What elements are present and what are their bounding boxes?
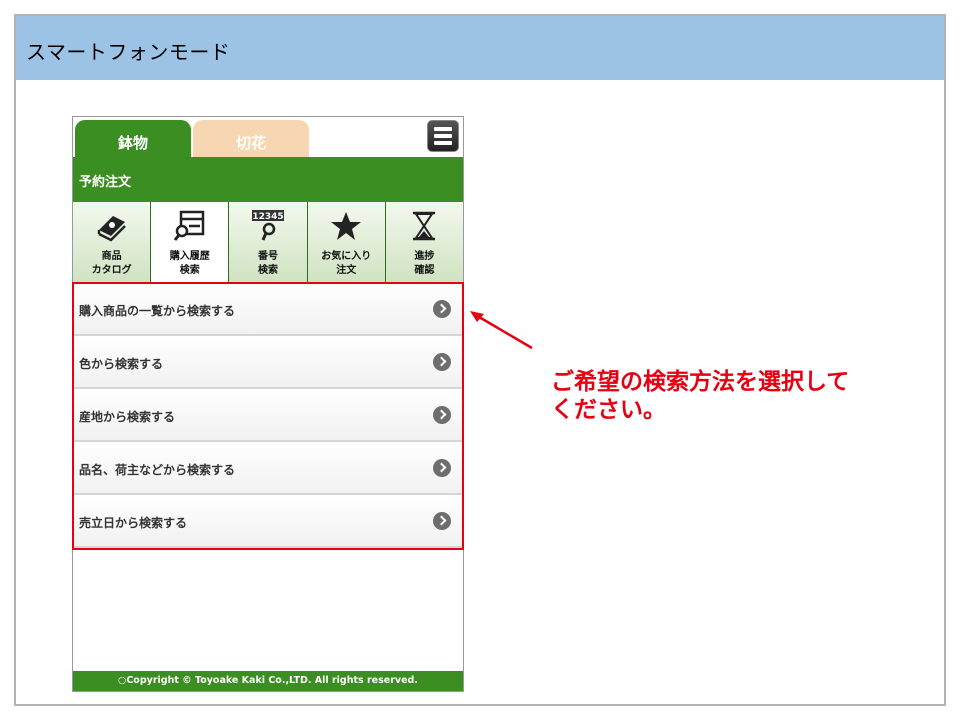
section-header: 予約注文 — [73, 157, 463, 201]
nav-number-search-label: 番号 検索 — [258, 251, 278, 276]
purchase-history-search-icon — [173, 210, 205, 241]
svg-text:12345: 12345 — [252, 212, 283, 222]
nav-catalog[interactable]: 商品 カタログ — [73, 202, 152, 282]
nav-progress[interactable]: 進捗 確認 — [385, 202, 463, 282]
slide-header: スマートフォンモード — [16, 16, 944, 80]
hamburger-menu-icon[interactable] — [427, 120, 459, 152]
highlight-box — [72, 282, 464, 550]
hourglass-icon — [413, 211, 436, 241]
slide-title: スマートフォンモード — [26, 40, 231, 64]
nav-purchase-history-label: 購入履歴 検索 — [169, 251, 210, 276]
star-icon — [331, 212, 362, 240]
icon-nav-bar: 商品 カタログ 購入履歴 検索 12345 番号 検索 お気に入り 注文 進捗 … — [73, 201, 463, 282]
tab-cut-flowers[interactable]: 切花 — [193, 120, 309, 160]
nav-number-search[interactable]: 12345 番号 検索 — [229, 202, 308, 282]
nav-favorites[interactable]: お気に入り 注文 — [307, 202, 386, 282]
tab-bar: 鉢物 切花 — [73, 117, 463, 160]
catalog-icon — [97, 216, 126, 242]
section-title: 予約注文 — [79, 175, 132, 190]
copyright-footer: ○Copyright © Toyoake Kaki Co.,LTD. All r… — [73, 671, 463, 691]
callout-arrow — [470, 311, 533, 350]
nav-progress-label: 進捗 確認 — [414, 251, 435, 276]
tab-potted-plants[interactable]: 鉢物 — [75, 120, 191, 160]
callout-text: ご希望の検索方法を選択して ください。 — [551, 369, 850, 423]
number-search-icon: 12345 — [252, 210, 284, 241]
nav-favorites-label: お気に入り 注文 — [321, 251, 372, 276]
nav-purchase-history[interactable]: 購入履歴 検索 — [151, 202, 230, 282]
nav-catalog-label: 商品 カタログ — [91, 251, 132, 276]
